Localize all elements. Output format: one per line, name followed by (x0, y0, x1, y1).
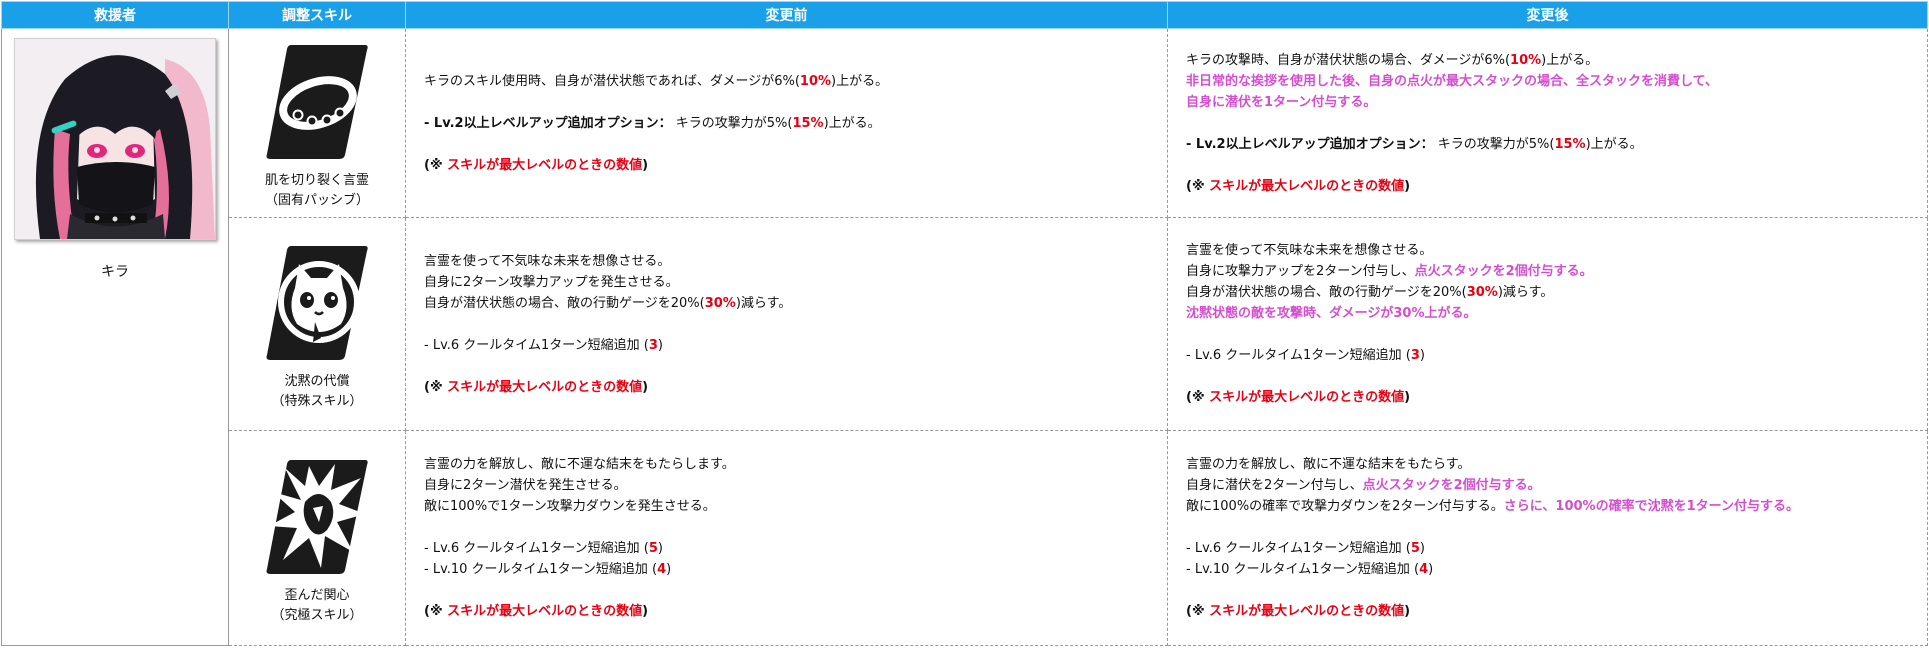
desc-line: 自身に2ターン攻撃力アップを発生させる。 (424, 274, 679, 290)
character-cell: キラ (1, 28, 229, 646)
desc-note: (※ スキルが最大レベルのときの数値) (1186, 178, 1411, 194)
before-description: 言霊の力を解放し、敵に不運な結末をもたらします。 自身に2ターン潜伏を発生させる… (405, 430, 1168, 646)
desc-line: 言霊を使って不気味な未来を想像させる。 (1186, 243, 1433, 258)
skill-cell: 歪んだ関心 （究極スキル） (228, 430, 406, 646)
panda-cat-icon (265, 242, 369, 362)
desc-line: 自身に潜伏を2ターン付与し、点火スタックを2個付与する。 (1186, 478, 1541, 493)
table-row: 歪んだ関心 （究極スキル） 言霊の力を解放し、敵に不運な結末をもたらします。 自… (2, 430, 1928, 646)
skill-type: （特殊スキル） (271, 394, 363, 409)
header-character: 救援者 (1, 1, 229, 29)
character-portrait (14, 38, 216, 240)
desc-line: 言霊の力を解放し、敵に不運な結末をもたらす。 (1186, 457, 1471, 472)
before-description: 言霊を使って不気味な未来を想像させる。 自身に2ターン攻撃力アップを発生させる。… (405, 217, 1168, 431)
desc-line: 敵に100%の確率で攻撃力ダウンを2ターン付与する。さらに、100%の確率で沈黙… (1186, 499, 1799, 514)
desc-note: (※ スキルが最大レベルのときの数値) (424, 379, 649, 395)
desc-cooldown-line: - Lv.6 クールタイム1ターン短縮追加 (3) (1186, 348, 1425, 363)
skill-name: 肌を切り裂く言霊 (264, 173, 369, 188)
desc-line: 言霊の力を解放し、敵に不運な結末をもたらします。 (424, 457, 735, 472)
skill-name: 沈黙の代償 (284, 374, 350, 389)
desc-note: (※ スキルが最大レベルのときの数値) (1186, 604, 1411, 619)
table-row: キラ 肌を切り裂く言霊 （固有パッシブ） キラのスキル使用時、自身が潜伏状態であ… (1, 28, 1928, 646)
desc-note: (※ スキルが最大レベルのときの数値) (1186, 390, 1411, 405)
desc-note: (※ スキルが最大レベルのときの数値) (424, 604, 649, 619)
desc-line-added: 沈黙状態の敵を攻撃時、ダメージが30%上がる。 (1186, 306, 1477, 321)
desc-line: 自身が潜伏状態の場合、敵の行動ゲージを20%(30%)減らす。 (424, 295, 792, 311)
header-before: 変更前 (405, 1, 1168, 29)
choker-icon (265, 41, 369, 161)
after-description: キラの攻撃時、自身が潜伏状態の場合、ダメージが6%(10%)上がる。 非日常的な… (1167, 28, 1928, 218)
desc-cooldown-line: - Lv.10 クールタイム1ターン短縮追加 (4) (424, 562, 672, 577)
skill-change-table: 救援者 調整スキル 変更前 変更後 キラ 肌を切り裂く言霊 （固有パッシブ） キ… (1, 1, 1928, 646)
desc-line: 敵に100%で1ターン攻撃力ダウンを発生させる。 (424, 499, 716, 514)
desc-line: 自身に攻撃力アップを2ターン付与し、点火スタックを2個付与する。 (1186, 264, 1593, 279)
table-header-row: 救援者 調整スキル 変更前 変更後 (1, 1, 1928, 29)
portrait-image (15, 39, 215, 239)
desc-cooldown-line: - Lv.6 クールタイム1ターン短縮追加 (3) (424, 337, 663, 353)
desc-line: 自身に2ターン潜伏を発生させる。 (424, 478, 627, 493)
desc-cooldown-line: - Lv.6 クールタイム1ターン短縮追加 (5) (1186, 541, 1425, 556)
skill-cell: 沈黙の代償 （特殊スキル） (228, 217, 406, 431)
desc-line: 言霊を使って不気味な未来を想像させる。 (424, 253, 671, 269)
desc-cooldown-line: - Lv.10 クールタイム1ターン短縮追加 (4) (1186, 562, 1434, 577)
table-row: 沈黙の代償 （特殊スキル） 言霊を使って不気味な未来を想像させる。 自身に2ター… (2, 217, 1928, 431)
desc-note: (※ スキルが最大レベルのときの数値) (424, 157, 649, 173)
skill-type: （究極スキル） (271, 608, 363, 623)
desc-option-line: - Lv.2以上レベルアップ追加オプション： キラの攻撃力が5%(15%)上がる… (1186, 136, 1643, 152)
character-name: キラ (101, 264, 129, 280)
desc-line: 自身が潜伏状態の場合、敵の行動ゲージを20%(30%)減らす。 (1186, 285, 1554, 300)
after-description: 言霊を使って不気味な未来を想像させる。 自身に攻撃力アップを2ターン付与し、点火… (1167, 217, 1928, 431)
desc-line: キラの攻撃時、自身が潜伏状態の場合、ダメージが6%(10%)上がる。 (1186, 52, 1599, 68)
before-description: キラのスキル使用時、自身が潜伏状態であれば、ダメージが6%(10%)上がる。 -… (405, 28, 1168, 218)
header-after: 変更後 (1167, 1, 1928, 29)
desc-cooldown-line: - Lv.6 クールタイム1ターン短縮追加 (5) (424, 541, 663, 556)
skill-cell: 肌を切り裂く言霊 （固有パッシブ） (228, 28, 406, 218)
skill-name: 歪んだ関心 (284, 588, 350, 603)
shatter-burst-icon (265, 456, 369, 576)
after-description: 言霊の力を解放し、敵に不運な結末をもたらす。 自身に潜伏を2ターン付与し、点火ス… (1167, 430, 1928, 646)
skill-type: （固有パッシブ） (264, 193, 369, 208)
header-skill: 調整スキル (228, 1, 406, 29)
desc-option-line: - Lv.2以上レベルアップ追加オプション： キラの攻撃力が5%(15%)上がる… (424, 115, 881, 131)
desc-line-added: 非日常的な挨拶を使用した後、自身の点火が最大スタックの場合、全スタックを消費して… (1186, 73, 1718, 89)
desc-line-added: 自身に潜伏を1ターン付与する。 (1186, 94, 1377, 110)
desc-line: キラのスキル使用時、自身が潜伏状態であれば、ダメージが6%(10%)上がる。 (424, 73, 889, 89)
